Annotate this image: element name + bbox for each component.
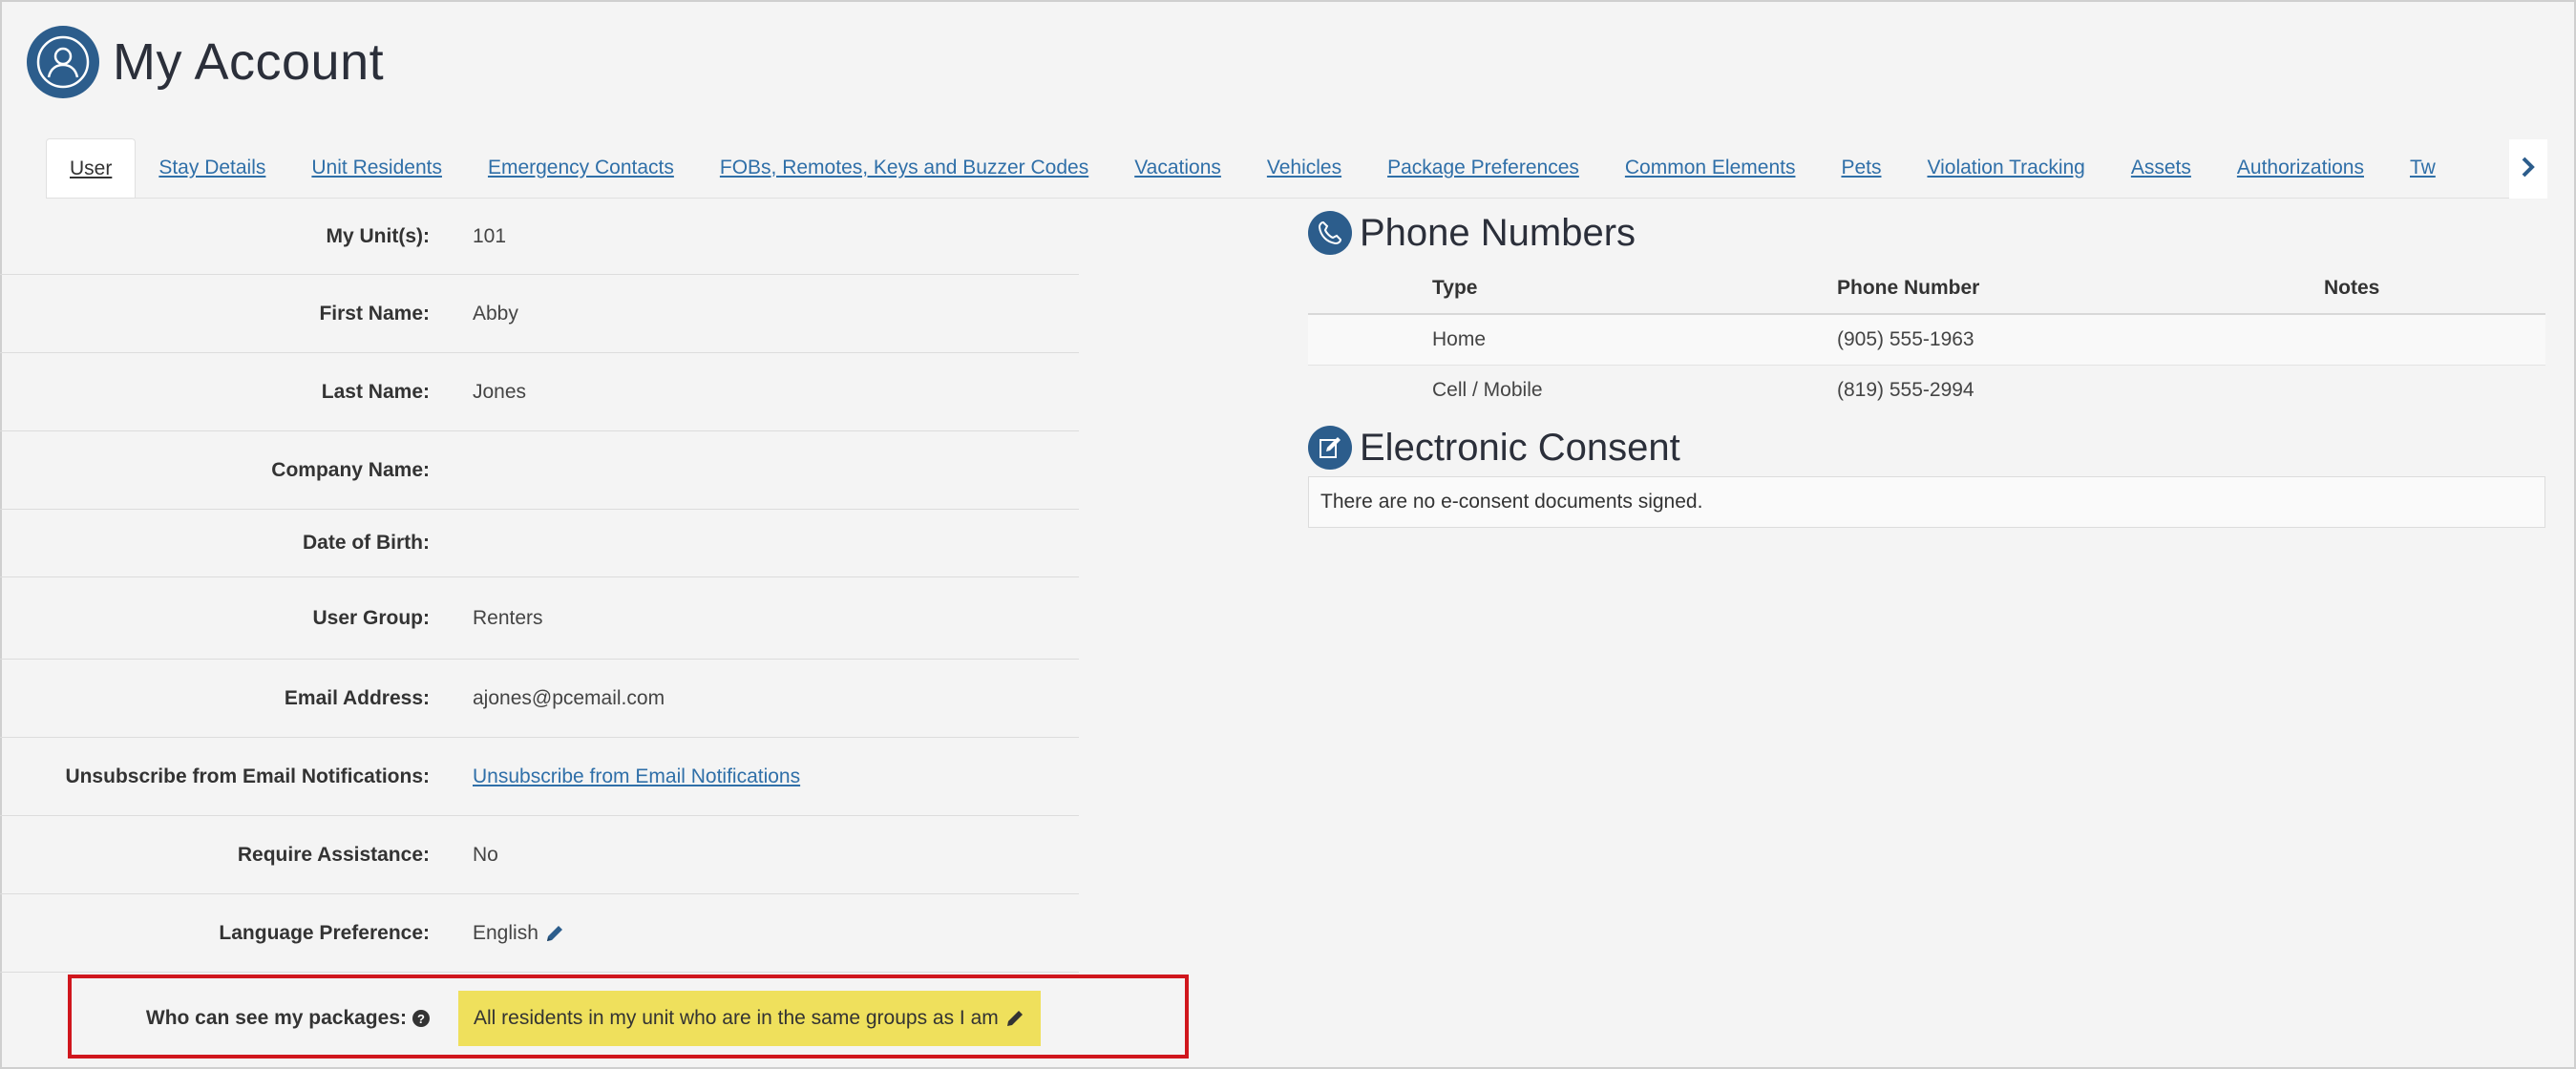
detail-row-company: Company Name: — [0, 431, 1079, 510]
last-name-label: Last Name: — [321, 380, 430, 403]
tab-user[interactable]: User — [46, 138, 137, 198]
row-spacer — [1308, 366, 1432, 416]
tab-common-elements[interactable]: Common Elements — [1602, 138, 1819, 198]
last-name-value: Jones — [473, 380, 527, 403]
unsubscribe-link[interactable]: Unsubscribe from Email Notifications — [473, 765, 800, 788]
phone-table-header: Type Phone Number Notes — [1308, 267, 2545, 315]
page-header: My Account — [27, 25, 384, 99]
tabs-next-button[interactable] — [2509, 139, 2547, 199]
unit-label: My Unit(s): — [326, 224, 431, 247]
detail-row-unsubscribe: Unsubscribe from Email Notifications: Un… — [0, 738, 1079, 816]
user-profile-icon — [27, 26, 99, 98]
edit-language-pencil-icon[interactable] — [544, 923, 565, 944]
phone-numbers-table: Type Phone Number Notes Home (905) 555-1… — [1308, 267, 2545, 415]
user-group-value: Renters — [473, 606, 543, 629]
tab-vacations[interactable]: Vacations — [1111, 138, 1244, 198]
assistance-value: No — [473, 843, 498, 866]
tab-stay-details[interactable]: Stay Details — [136, 138, 288, 198]
tab-truncated[interactable]: Tw — [2387, 138, 2459, 198]
consent-message: There are no e-consent documents signed. — [1308, 476, 2545, 528]
edit-document-icon — [1308, 426, 1352, 470]
detail-row-email: Email Address: ajones@pcemail.com — [0, 660, 1079, 738]
phone-notes — [2324, 366, 2545, 416]
consent-title: Electronic Consent — [1360, 426, 1680, 469]
table-row: Cell / Mobile (819) 555-2994 — [1308, 366, 2545, 416]
company-label: Company Name: — [271, 458, 430, 481]
tab-fobs-remotes-keys[interactable]: FOBs, Remotes, Keys and Buzzer Codes — [697, 138, 1111, 198]
page-title: My Account — [113, 33, 385, 91]
phone-numbers-title: Phone Numbers — [1360, 211, 1636, 254]
tab-emergency-contacts[interactable]: Emergency Contacts — [465, 138, 697, 198]
detail-row-unit: My Unit(s): 101 — [0, 199, 1079, 275]
tab-violation-tracking[interactable]: Violation Tracking — [1904, 138, 2107, 198]
tab-pets[interactable]: Pets — [1818, 138, 1904, 198]
phone-type: Home — [1432, 314, 1837, 366]
col-notes-header: Notes — [2324, 267, 2545, 315]
email-label: Email Address: — [284, 686, 430, 709]
consent-heading: Electronic Consent — [1308, 423, 2545, 472]
tab-package-preferences[interactable]: Package Preferences — [1364, 138, 1602, 198]
detail-row-first-name: First Name: Abby — [0, 275, 1079, 353]
language-text: English — [473, 921, 538, 944]
phone-type: Cell / Mobile — [1432, 379, 1543, 401]
phone-number: (819) 555-2994 — [1837, 379, 1974, 401]
language-label: Language Preference: — [219, 921, 430, 944]
detail-row-dob: Date of Birth: — [0, 510, 1079, 577]
unsubscribe-value: Unsubscribe from Email Notifications — [473, 765, 800, 788]
account-tabs: User Stay Details Unit Residents Emergen… — [46, 138, 2547, 199]
user-group-label: User Group: — [312, 606, 430, 629]
unsubscribe-label: Unsubscribe from Email Notifications: — [65, 765, 430, 787]
phone-icon — [1308, 211, 1352, 255]
phone-number: (905) 555-1963 — [1837, 314, 2324, 366]
col-number-header: Phone Number — [1837, 267, 2324, 315]
tab-vehicles[interactable]: Vehicles — [1244, 138, 1364, 198]
detail-row-language: Language Preference: English — [0, 894, 1079, 973]
phone-numbers-heading: Phone Numbers — [1308, 208, 2545, 258]
tabs-strip: User Stay Details Unit Residents Emergen… — [46, 138, 2509, 198]
dob-label: Date of Birth: — [303, 532, 430, 554]
tab-authorizations[interactable]: Authorizations — [2214, 138, 2387, 198]
first-name-label: First Name: — [319, 302, 430, 325]
detail-row-user-group: User Group: Renters — [0, 577, 1079, 660]
tab-assets[interactable]: Assets — [2108, 138, 2214, 198]
packages-highlight-box — [68, 975, 1189, 1059]
tab-unit-residents[interactable]: Unit Residents — [288, 138, 465, 198]
email-value: ajones@pcemail.com — [473, 686, 665, 709]
user-details: My Unit(s): 101 First Name: Abby Last Na… — [0, 199, 1079, 1064]
language-value: English — [473, 922, 565, 945]
unit-value: 101 — [473, 224, 507, 247]
row-spacer — [1308, 314, 1432, 366]
detail-row-last-name: Last Name: Jones — [0, 353, 1079, 431]
first-name-value: Abby — [473, 302, 518, 325]
header-spacer — [1308, 267, 1432, 315]
detail-row-assistance: Require Assistance: No — [0, 816, 1079, 894]
phone-notes — [2324, 314, 2545, 366]
chevron-right-icon — [2521, 157, 2536, 182]
right-panel: Phone Numbers Type Phone Number Notes Ho… — [1308, 208, 2545, 528]
assistance-label: Require Assistance: — [237, 843, 430, 866]
table-row: Home (905) 555-1963 — [1308, 314, 2545, 366]
col-type-header: Type — [1432, 267, 1837, 315]
